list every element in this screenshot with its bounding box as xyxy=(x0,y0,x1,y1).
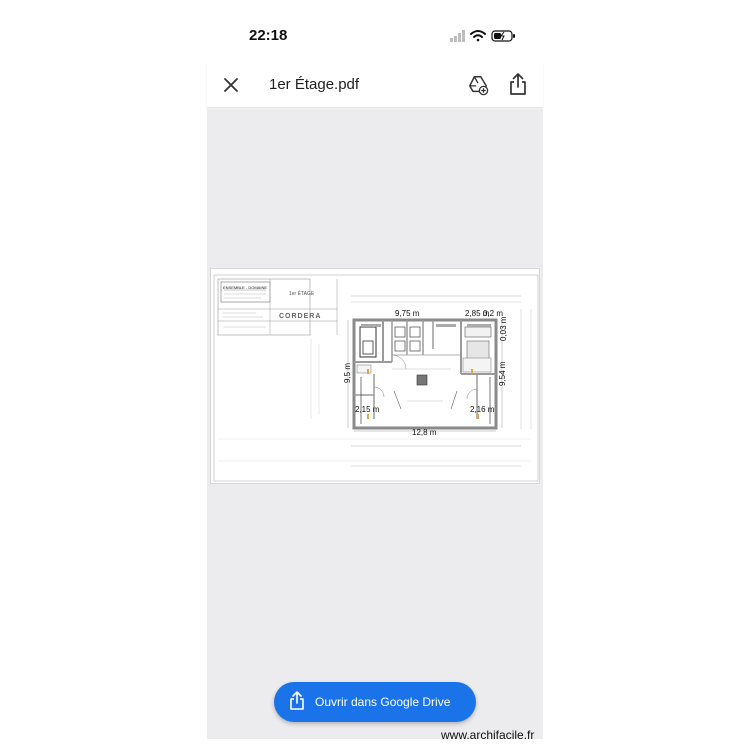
watermark-text: www.archifacile.fr xyxy=(441,728,535,742)
dim-right-inner: 2,16 m xyxy=(470,405,495,414)
dim-left-height: 9,5 m xyxy=(343,362,352,383)
dim-right-small: 0,03 m xyxy=(499,316,508,341)
status-bar: 22:18 xyxy=(207,0,543,60)
battery-icon xyxy=(491,30,515,42)
floor-plan-drawing xyxy=(213,274,539,482)
status-icons xyxy=(450,30,515,42)
wifi-icon xyxy=(470,30,486,42)
dim-right-height: 9,54 m xyxy=(498,361,507,386)
dim-top-width: 9,75 m xyxy=(395,309,420,318)
document-title: 1er Étage.pdf xyxy=(269,76,360,93)
share-icon[interactable] xyxy=(507,72,529,96)
open-in-drive-label: Ouvrir dans Google Drive xyxy=(315,695,451,709)
title-block-firm: CORDERA xyxy=(279,313,322,320)
open-in-drive-button[interactable]: Ouvrir dans Google Drive xyxy=(274,682,476,722)
signal-icon xyxy=(450,30,465,42)
pdf-viewer[interactable]: ENSEMBLE - DOMAINE 1er ÉTAGE CORDERA 9,7… xyxy=(207,109,543,739)
title-block-stage: 1er ÉTAGE xyxy=(289,291,315,297)
stair-core xyxy=(416,374,428,386)
dim-left-inner: 2,15 m xyxy=(355,405,380,414)
status-time: 22:18 xyxy=(249,27,288,44)
title-block-line1: ENSEMBLE - DOMAINE xyxy=(223,285,268,290)
close-icon[interactable] xyxy=(219,73,243,97)
add-to-drive-icon[interactable] xyxy=(467,74,489,96)
phone-screen: 22:18 1er Étage.pdf ENSEMBLE - DOMAINE 1… xyxy=(207,0,543,750)
dim-bottom-width: 12,8 m xyxy=(412,428,437,437)
share-icon xyxy=(290,691,304,710)
pdf-page-floor-plan[interactable]: ENSEMBLE - DOMAINE 1er ÉTAGE CORDERA 9,7… xyxy=(210,268,540,484)
app-bar: 1er Étage.pdf xyxy=(207,62,543,108)
screen: 22:18 1er Étage.pdf ENSEMBLE - DOMAINE 1… xyxy=(0,0,750,750)
